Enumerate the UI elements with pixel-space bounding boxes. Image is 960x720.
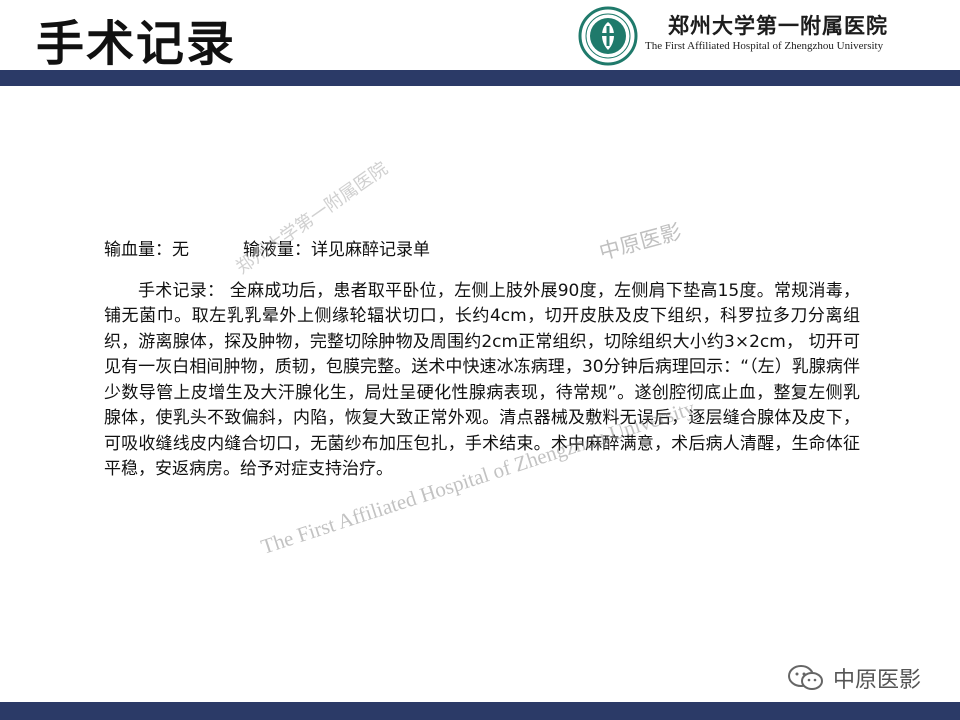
surgery-record-content: 输血量：无 输液量：详见麻醉记录单 手术记录： 全麻成功后，患者取平卧位，左侧上… (104, 238, 860, 483)
hospital-name-cn: 郑州大学第一附属医院 (668, 13, 888, 38)
transfusion-info: 输血量：无 输液量：详见麻醉记录单 (104, 240, 431, 260)
wechat-account-badge: 中原医影 (787, 662, 921, 694)
slide-title: 手术记录 (36, 16, 237, 72)
header-divider-bar (0, 70, 960, 86)
surgery-record-paragraph: 手术记录： 全麻成功后，患者取平卧位，左侧上肢外展90度，左侧肩下垫高15度。常… (104, 280, 860, 480)
hospital-seal-icon (578, 6, 638, 66)
wechat-account-name: 中原医影 (833, 668, 922, 693)
footer-bar (0, 702, 960, 720)
hospital-name-en: The First Affiliated Hospital of Zhengzh… (645, 40, 884, 52)
wechat-icon (788, 665, 823, 690)
